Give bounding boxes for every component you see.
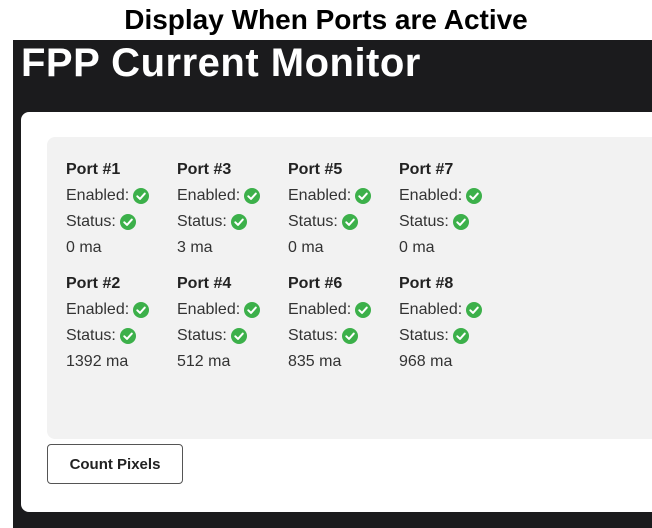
status-label: Status: (399, 327, 449, 344)
status-row: Status: (66, 209, 177, 235)
status-row: Status: (288, 323, 399, 349)
status-label: Status: (288, 213, 338, 230)
port-current: 0 ma (288, 239, 324, 256)
count-pixels-button[interactable]: Count Pixels (47, 444, 183, 484)
status-label: Status: (177, 213, 227, 230)
status-row: Status: (399, 209, 510, 235)
port-card: Port #6 Enabled: Status: 835 ma (288, 271, 399, 375)
port-card: Port #1 Enabled: Status: 0 ma (66, 157, 177, 261)
status-label: Status: (66, 327, 116, 344)
enabled-row: Enabled: (288, 297, 399, 323)
status-label: Status: (288, 327, 338, 344)
port-name: Port #7 (399, 161, 454, 178)
enabled-label: Enabled: (288, 301, 352, 318)
port-card: Port #8 Enabled: Status: 968 ma (399, 271, 510, 375)
status-label: Status: (399, 213, 449, 230)
port-card: Port #4 Enabled: Status: 512 ma (177, 271, 288, 375)
port-current: 0 ma (66, 239, 102, 256)
status-row: Status: (177, 209, 288, 235)
check-circle-icon (230, 214, 247, 230)
check-circle-icon (355, 302, 372, 318)
enabled-row: Enabled: (177, 297, 288, 323)
check-circle-icon (341, 328, 358, 344)
port-card: Port #2 Enabled: Status: 1392 ma (66, 271, 177, 375)
port-name: Port #4 (177, 275, 232, 292)
enabled-row: Enabled: (66, 297, 177, 323)
status-row: Status: (177, 323, 288, 349)
port-current: 968 ma (399, 353, 453, 370)
check-circle-icon (466, 302, 483, 318)
enabled-label: Enabled: (399, 187, 463, 204)
check-circle-icon (452, 214, 469, 230)
port-current: 835 ma (288, 353, 342, 370)
check-circle-icon (119, 328, 136, 344)
enabled-label: Enabled: (177, 301, 241, 318)
port-name: Port #1 (66, 161, 121, 178)
check-circle-icon (244, 188, 261, 204)
page-caption: Display When Ports are Active (124, 4, 528, 35)
enabled-label: Enabled: (66, 301, 130, 318)
port-current: 3 ma (177, 239, 213, 256)
status-row: Status: (399, 323, 510, 349)
status-label: Status: (177, 327, 227, 344)
ports-grid: Port #1 Enabled: Status: 0 ma Port #3 En… (66, 157, 510, 375)
port-name: Port #6 (288, 275, 343, 292)
status-row: Status: (66, 323, 177, 349)
check-circle-icon (133, 188, 150, 204)
status-row: Status: (288, 209, 399, 235)
check-circle-icon (466, 188, 483, 204)
check-circle-icon (244, 302, 261, 318)
enabled-row: Enabled: (399, 183, 510, 209)
app-window: FPP Current Monitor Port #1 Enabled: Sta… (13, 40, 652, 528)
port-current: 1392 ma (66, 353, 129, 370)
port-name: Port #8 (399, 275, 454, 292)
enabled-row: Enabled: (177, 183, 288, 209)
port-name: Port #5 (288, 161, 343, 178)
check-circle-icon (355, 188, 372, 204)
port-card: Port #7 Enabled: Status: 0 ma (399, 157, 510, 261)
port-card: Port #5 Enabled: Status: 0 ma (288, 157, 399, 261)
port-card: Port #3 Enabled: Status: 3 ma (177, 157, 288, 261)
enabled-label: Enabled: (177, 187, 241, 204)
check-circle-icon (230, 328, 247, 344)
check-circle-icon (119, 214, 136, 230)
port-current: 512 ma (177, 353, 231, 370)
enabled-row: Enabled: (399, 297, 510, 323)
monitor-card: Port #1 Enabled: Status: 0 ma Port #3 En… (21, 112, 652, 512)
enabled-row: Enabled: (66, 183, 177, 209)
app-title: FPP Current Monitor (21, 41, 421, 85)
enabled-label: Enabled: (399, 301, 463, 318)
status-label: Status: (66, 213, 116, 230)
ports-panel: Port #1 Enabled: Status: 0 ma Port #3 En… (47, 137, 652, 439)
check-circle-icon (341, 214, 358, 230)
check-circle-icon (452, 328, 469, 344)
port-name: Port #2 (66, 275, 121, 292)
enabled-label: Enabled: (288, 187, 352, 204)
port-name: Port #3 (177, 161, 232, 178)
enabled-row: Enabled: (288, 183, 399, 209)
check-circle-icon (133, 302, 150, 318)
enabled-label: Enabled: (66, 187, 130, 204)
port-current: 0 ma (399, 239, 435, 256)
